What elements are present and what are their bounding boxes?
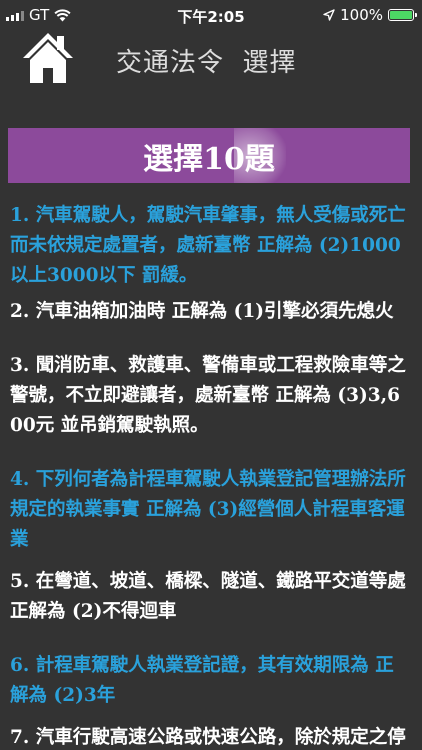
quiz-count-banner[interactable]: 選擇10題 <box>8 128 410 183</box>
question-list: 1. 汽車駕駛人，駕駛汽車肇事，無人受傷或死亡而未依規定處置者，處新臺幣 正解為… <box>10 201 412 750</box>
home-icon <box>23 33 73 83</box>
page-title: 交通法令 選擇 <box>116 48 297 78</box>
battery-percent: 100% <box>340 6 383 24</box>
status-right: 100% <box>323 6 417 24</box>
question-item[interactable]: 4. 下列何者為計程車駕駛人執業登記管理辦法所規定的執業事實 正解為 (3)經營… <box>10 465 412 555</box>
app-header: 交通法令 選擇 <box>0 30 422 92</box>
banner-label: 選擇10題 <box>143 141 275 177</box>
location-icon <box>323 9 335 21</box>
battery-icon <box>388 9 417 21</box>
question-item[interactable]: 6. 計程車駕駛人執業登記證，其有效期限為 正解為 (2)3年 <box>10 651 412 711</box>
status-bar: GT 下午2:05 100% <box>0 0 422 30</box>
home-button[interactable] <box>20 30 76 86</box>
question-item[interactable]: 1. 汽車駕駛人，駕駛汽車肇事，無人受傷或死亡而未依規定處置者，處新臺幣 正解為… <box>10 201 412 291</box>
question-item[interactable]: 5. 在彎道、坡道、橋樑、隧道、鐵路平交道等處 正解為 (2)不得迴車 <box>10 567 412 627</box>
question-item[interactable]: 7. 汽車行駛高速公路或快速公路，除於規定之停車處外，不得在何處停車 正解為 (… <box>10 723 412 750</box>
question-item[interactable]: 3. 聞消防車、救護車、警備車或工程救險車等之警號，不立即避讓者，處新臺幣 正解… <box>10 351 412 441</box>
question-item[interactable]: 2. 汽車油箱加油時 正解為 (1)引擎必須先熄火 <box>10 297 412 327</box>
battery-level <box>390 11 412 19</box>
